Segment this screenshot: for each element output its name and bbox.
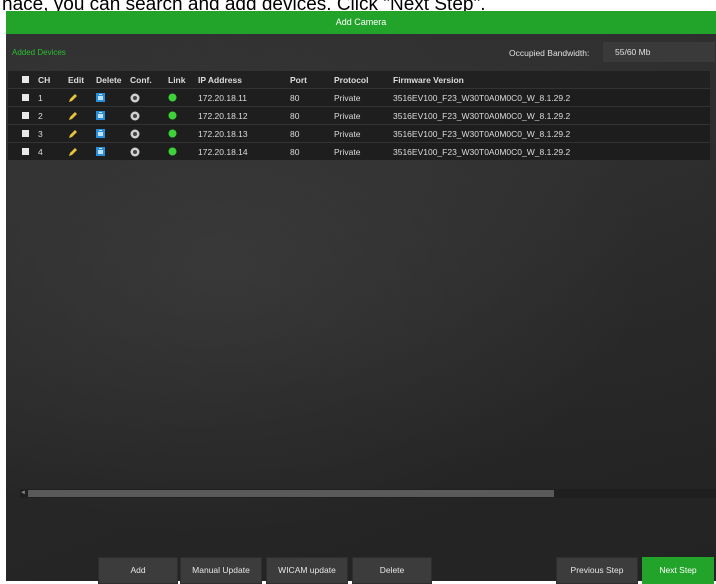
table-header-row: CH Edit Delete Conf. Link IP Address Por… [8, 71, 710, 89]
row-protocol: Private [334, 128, 361, 139]
link-status-icon [168, 125, 198, 143]
row-checkbox[interactable] [8, 107, 38, 125]
table-row[interactable]: 4 172.20.18.14 80 Private 3516EV100_F23_… [8, 142, 710, 161]
row-port: 80 [290, 92, 300, 103]
col-header-protocol: Protocol [334, 74, 369, 85]
col-header-ch: CH [38, 74, 51, 85]
row-port: 80 [290, 146, 300, 157]
wicam-update-button[interactable]: WICAM update [266, 557, 348, 584]
row-firmware: 3516EV100_F23_W30T0A0M0C0_W_8.1.29.2 [393, 110, 571, 121]
scroll-left-arrow-icon[interactable]: ◄ [20, 489, 28, 498]
link-status-icon [168, 143, 198, 161]
col-header-edit: Edit [68, 74, 85, 85]
col-header-link: Link [168, 74, 186, 85]
add-camera-window: Add Camera Added Devices Occupied Bandwi… [6, 11, 716, 584]
configure-icon[interactable] [130, 89, 168, 107]
bandwidth-label: Occupied Bandwidth: [509, 48, 590, 58]
configure-icon[interactable] [130, 107, 168, 125]
edit-icon[interactable] [68, 143, 96, 161]
added-devices-label: Added Devices [12, 48, 66, 57]
row-firmware: 3516EV100_F23_W30T0A0M0C0_W_8.1.29.2 [393, 128, 571, 139]
row-protocol: Private [334, 110, 361, 121]
row-protocol: Private [334, 146, 361, 157]
add-button[interactable]: Add [98, 557, 178, 584]
row-firmware: 3516EV100_F23_W30T0A0M0C0_W_8.1.29.2 [393, 92, 571, 103]
row-ip: 172.20.18.11 [198, 92, 247, 103]
configure-icon[interactable] [130, 143, 168, 161]
delete-button[interactable]: Delete [352, 557, 432, 584]
previous-step-button[interactable]: Previous Step [556, 557, 638, 584]
row-checkbox[interactable] [8, 125, 38, 143]
configure-icon[interactable] [130, 125, 168, 143]
row-port: 80 [290, 110, 300, 121]
subheader: Added Devices Occupied Bandwidth: 55/60 … [6, 34, 716, 68]
next-step-button[interactable]: Next Step [642, 557, 714, 584]
table-row[interactable]: 1 172.20.18.11 80 Private 3516EV100_F23_… [8, 88, 710, 107]
row-ch: 2 [38, 110, 43, 121]
edit-icon[interactable] [68, 125, 96, 143]
scrollbar-thumb[interactable] [28, 490, 554, 497]
row-ip: 172.20.18.12 [198, 110, 248, 121]
row-ch: 4 [38, 146, 43, 157]
col-header-ip: IP Address [198, 74, 242, 85]
delete-icon[interactable] [96, 89, 130, 107]
row-checkbox[interactable] [8, 89, 38, 107]
table-row[interactable]: 2 172.20.18.12 80 Private 3516EV100_F23_… [8, 106, 710, 125]
table-row[interactable]: 3 172.20.18.13 80 Private 3516EV100_F23_… [8, 124, 710, 143]
col-header-conf: Conf. [130, 74, 152, 85]
col-header-delete: Delete [96, 74, 122, 85]
row-firmware: 3516EV100_F23_W30T0A0M0C0_W_8.1.29.2 [393, 146, 571, 157]
delete-icon[interactable] [96, 107, 130, 125]
edit-icon[interactable] [68, 89, 96, 107]
horizontal-scrollbar[interactable]: ◄ [20, 489, 716, 498]
row-ch: 1 [38, 92, 43, 103]
col-header-firmware: Firmware Version [393, 74, 464, 85]
row-port: 80 [290, 128, 300, 139]
manual-update-button[interactable]: Manual Update [180, 557, 262, 584]
select-all-checkbox[interactable] [8, 71, 38, 89]
bandwidth-value: 55/60 Mb [603, 42, 715, 62]
delete-icon[interactable] [96, 143, 130, 161]
window-title: Add Camera [6, 11, 716, 34]
delete-icon[interactable] [96, 125, 130, 143]
row-ip: 172.20.18.13 [198, 128, 248, 139]
device-table: CH Edit Delete Conf. Link IP Address Por… [8, 71, 710, 160]
row-ch: 3 [38, 128, 43, 139]
col-header-port: Port [290, 74, 307, 85]
row-checkbox[interactable] [8, 143, 38, 161]
row-protocol: Private [334, 92, 361, 103]
edit-icon[interactable] [68, 107, 96, 125]
link-status-icon [168, 89, 198, 107]
link-status-icon [168, 107, 198, 125]
row-ip: 172.20.18.14 [198, 146, 248, 157]
